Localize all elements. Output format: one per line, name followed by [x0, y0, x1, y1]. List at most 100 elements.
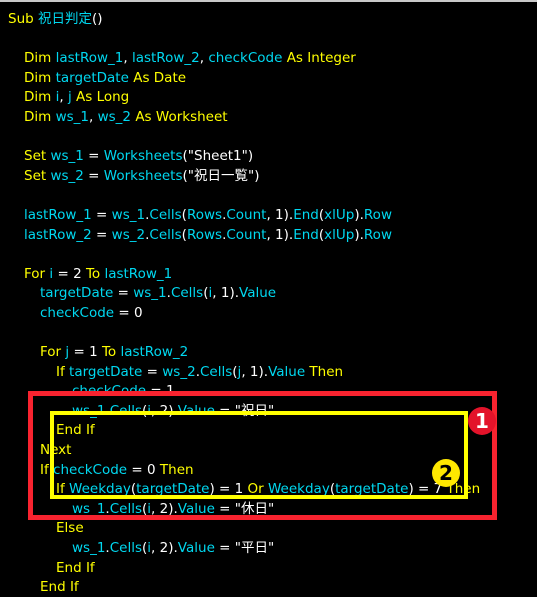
- code-line: Set ws_1 = Worksheets("Sheet1"): [0, 147, 537, 167]
- code-token: ,: [241, 363, 250, 380]
- code-line: If targetDate = ws_2.Cells(j, 1).Value T…: [0, 363, 537, 383]
- code-listing: Sub 祝日判定() Dim lastRow_1, lastRow_2, che…: [0, 2, 537, 597]
- code-token: =: [113, 285, 134, 302]
- code-token: xlUp: [324, 226, 355, 243]
- code-token: =: [142, 363, 163, 380]
- code-token: Cells: [170, 285, 204, 302]
- code-token: 1: [275, 206, 284, 223]
- code-token: lastRow_2: [120, 344, 189, 361]
- code-token: Dim: [24, 108, 56, 125]
- code-token: ,: [266, 206, 276, 223]
- code-token: Value: [268, 363, 306, 380]
- code-token: targetDate: [136, 481, 210, 498]
- code-token: =: [214, 540, 235, 557]
- code-token: Value: [177, 402, 215, 419]
- code-token: =: [91, 226, 112, 243]
- code-token: targetDate: [55, 69, 129, 86]
- code-token: To: [81, 265, 105, 282]
- code-token: ).: [168, 402, 178, 419]
- code-token: ).: [354, 206, 364, 223]
- code-token: Row: [363, 226, 392, 243]
- code-token: =: [69, 344, 90, 361]
- code-token: ).: [229, 285, 240, 302]
- code-token: Cells: [109, 500, 142, 517]
- code-token: 1: [249, 363, 259, 380]
- code-token: ).: [283, 206, 294, 223]
- code-token: As Integer: [282, 50, 356, 67]
- code-token: Rows: [186, 206, 223, 223]
- code-token: 2: [159, 500, 169, 517]
- code-token: ws_1: [133, 285, 167, 302]
- code-token: ,: [59, 89, 68, 106]
- code-token: =: [83, 148, 104, 165]
- code-line: For i = 2 To lastRow_1: [0, 265, 537, 285]
- code-line: Next: [0, 441, 537, 461]
- code-line: For j = 1 To lastRow_2: [0, 343, 537, 363]
- code-token: lastRow_1: [55, 50, 124, 67]
- code-token: Row: [363, 206, 392, 223]
- code-token: "休日": [234, 500, 275, 517]
- code-token: "祝日一覧": [187, 167, 255, 184]
- code-token: If: [56, 481, 70, 498]
- code-line: checkCode = 0: [0, 304, 537, 324]
- code-token: =: [114, 304, 134, 321]
- code-token: Then: [305, 363, 344, 380]
- code-token: ws_2: [111, 226, 146, 243]
- code-token: Set: [24, 148, 51, 165]
- code-line: End If: [0, 559, 537, 579]
- code-token: 1: [234, 481, 244, 498]
- code-token: ) =: [408, 481, 434, 498]
- code-token: =: [91, 206, 112, 223]
- code-token: ).: [168, 540, 178, 557]
- code-token: 祝日判定: [38, 11, 92, 27]
- code-token: ws_1: [72, 540, 106, 557]
- code-token: For: [40, 344, 66, 361]
- code-token: checkCode: [40, 304, 115, 321]
- code-token: ,: [212, 285, 221, 302]
- vba-code-editor-screenshot: Sub 祝日判定() Dim lastRow_1, lastRow_2, che…: [0, 0, 537, 597]
- code-token: 0: [147, 461, 156, 478]
- code-token: ,: [123, 50, 132, 67]
- code-token: ws_1: [50, 148, 84, 165]
- code-line: Dim lastRow_1, lastRow_2, checkCode As I…: [0, 49, 537, 69]
- code-token: (): [92, 11, 103, 27]
- code-token: Cells: [149, 226, 182, 243]
- code-token: =: [83, 167, 104, 184]
- code-token: End: [293, 226, 319, 243]
- code-token: 1: [89, 344, 98, 361]
- code-line: If Weekday(targetDate) = 1 Or Weekday(ta…: [0, 480, 537, 500]
- code-token: ,: [266, 226, 276, 243]
- code-token: As Date: [128, 69, 187, 86]
- code-token: checkCode: [208, 50, 283, 67]
- code-token: For: [24, 265, 50, 282]
- code-token: Count: [226, 206, 267, 223]
- code-token: Then: [155, 461, 194, 478]
- code-token: 0: [134, 304, 143, 321]
- code-token: Dim: [24, 50, 56, 67]
- code-token: Rows: [186, 226, 223, 243]
- code-line: Dim i, j As Long: [0, 88, 537, 108]
- code-token: targetDate: [69, 363, 143, 380]
- code-token: "平日": [234, 540, 275, 557]
- code-line: ws_1.Cells(i, 2).Value = "休日": [0, 500, 537, 520]
- code-token: ws_1: [55, 108, 90, 125]
- code-token: ws_1: [111, 206, 146, 223]
- code-token: End: [293, 206, 319, 223]
- annotation-badge-2: 2: [432, 459, 460, 487]
- code-token: ,: [151, 402, 160, 419]
- code-token: Cells: [199, 363, 233, 380]
- code-token: =: [214, 402, 235, 419]
- code-token: checkCode: [53, 461, 128, 478]
- code-token: 2: [159, 540, 169, 557]
- code-line: Sub 祝日判定(): [0, 10, 537, 30]
- code-token: ).: [354, 226, 364, 243]
- code-token: Else: [56, 520, 84, 537]
- code-token: 1: [166, 383, 175, 400]
- code-token: Cells: [149, 206, 182, 223]
- code-token: Dim: [24, 69, 56, 86]
- code-token: Worksheets: [103, 148, 183, 165]
